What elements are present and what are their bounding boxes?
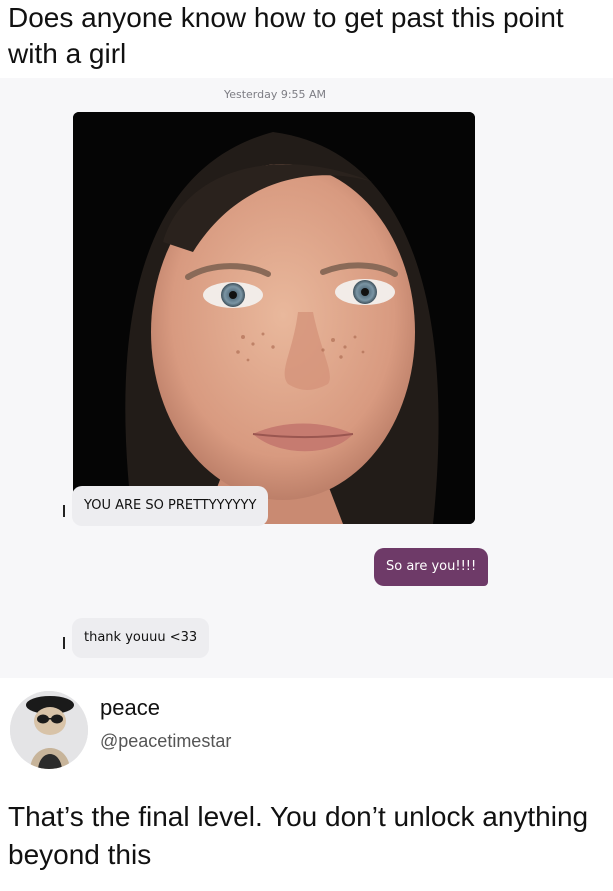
message-tick (63, 505, 65, 517)
sent-message-bubble[interactable]: So are you!!!! (374, 548, 489, 586)
reply-display-name[interactable]: peace (100, 695, 160, 721)
reply-author[interactable]: peace @peacetimestar (10, 689, 610, 779)
post-title: Does anyone know how to get past this po… (8, 2, 564, 69)
message-timestamp: Yesterday 9:55 AM (223, 88, 327, 101)
message-tick (63, 637, 65, 649)
reply-handle[interactable]: @peacetimestar (100, 731, 231, 752)
cat-avatar-icon[interactable] (10, 691, 88, 769)
received-message-bubble[interactable]: YOU ARE SO PRETTYYYYYY (72, 486, 269, 526)
message-screenshot: Yesterday 9:55 AM YOU ARE SO PRETTYYYYYY… (0, 78, 613, 678)
received-message-bubble[interactable]: thank youuu <33 (72, 618, 210, 658)
reply-text: That’s the final level. You don’t unlock… (8, 801, 589, 870)
portrait-image (73, 112, 475, 524)
shared-photo[interactable] (73, 112, 475, 524)
